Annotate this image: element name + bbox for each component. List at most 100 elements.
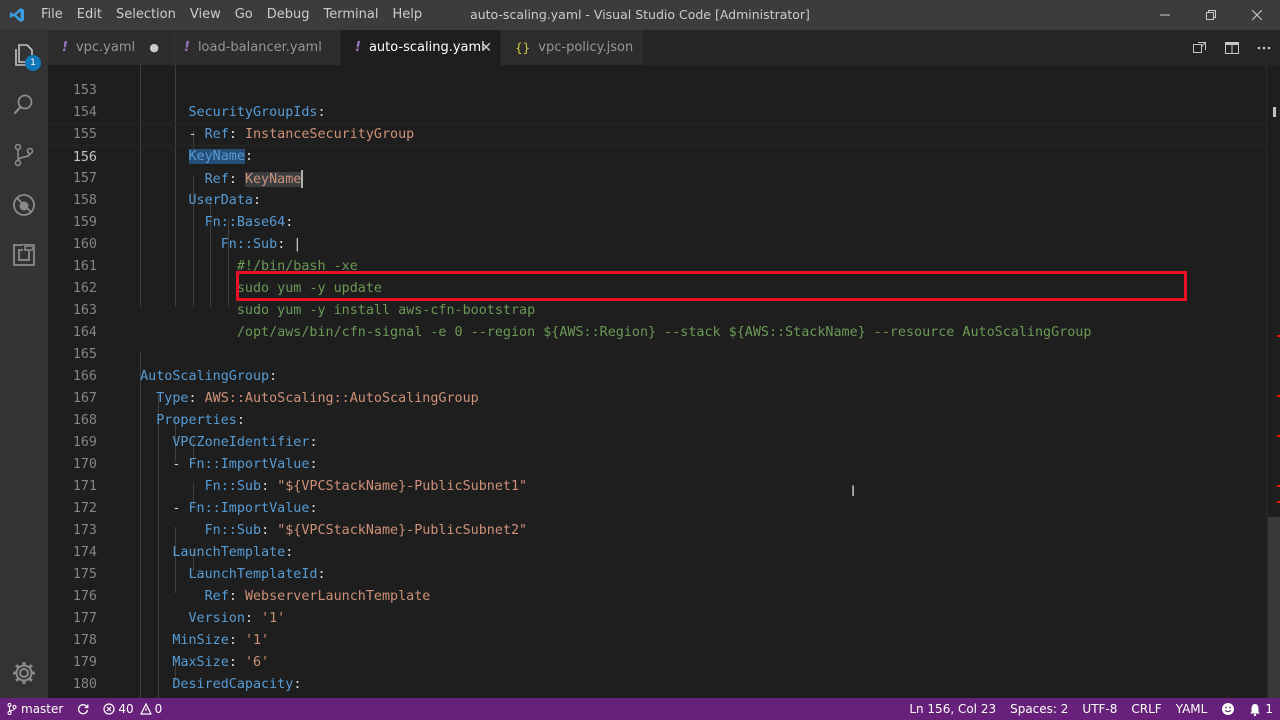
search-button[interactable] [0, 80, 48, 130]
code-line: 160 #!/bin/bash -xe [48, 212, 1266, 274]
code-line: 153 SecurityGroupIds: [48, 65, 1266, 120]
code-line: 181 TargetGroupARNs: [48, 674, 1266, 696]
code-line: 178 MaxSize: '6' [48, 608, 1266, 670]
notification-count: 1 [1265, 702, 1273, 716]
code-line: 157 UserData: [48, 146, 1266, 208]
extensions-icon [13, 244, 35, 266]
error-icon [103, 703, 115, 715]
indentation[interactable]: Spaces: 2 [1003, 698, 1075, 720]
source-control-button[interactable] [0, 130, 48, 180]
code-line: 155 KeyName: [48, 102, 1266, 164]
code-line: 179 DesiredCapacity: [48, 630, 1266, 692]
code-line: 169 - Fn::ImportValue: [48, 410, 1266, 472]
branch-name: master [21, 702, 64, 716]
source-control-icon [14, 143, 34, 167]
text-cursor-icon: I [851, 484, 856, 500]
warning-icon [139, 703, 152, 715]
smiley-icon [1222, 703, 1235, 715]
menu-debug[interactable]: Debug [260, 0, 317, 30]
restore-icon [1206, 10, 1216, 20]
code-line: 166 Type: AWS::AutoScaling::AutoScalingG… [48, 344, 1266, 406]
problems-indicator[interactable]: 40 0 [96, 698, 169, 720]
code-line: 175 Ref: WebserverLaunchTemplate [48, 542, 1266, 604]
warning-count: 0 [154, 702, 163, 716]
restore-button[interactable] [1188, 0, 1234, 30]
explorer-button[interactable]: 1 [0, 30, 48, 80]
sync-button[interactable] [70, 698, 96, 720]
code-line: 165 AutoScalingGroup: [48, 322, 1266, 384]
git-branch-icon [7, 703, 17, 715]
branch-indicator[interactable]: master [0, 698, 70, 720]
manage-button[interactable] [0, 648, 48, 698]
code-line: 168 VPCZoneIdentifier: [48, 388, 1266, 450]
code-line: 161 sudo yum -y update [48, 234, 1266, 296]
feedback-button[interactable] [1214, 698, 1242, 720]
menu-selection[interactable]: Selection [109, 0, 183, 30]
yaml-file-icon: ! [62, 40, 68, 55]
notifications-button[interactable]: 1 [1242, 698, 1280, 720]
gear-icon [13, 662, 35, 684]
json-file-icon: {} [515, 40, 531, 55]
search-icon [13, 94, 33, 115]
code-line: 154 - Ref: InstanceSecurityGroup [48, 80, 1266, 142]
code-line: 173 LaunchTemplate: [48, 498, 1266, 560]
open-changes-button[interactable] [1184, 30, 1216, 65]
code-line: 164 [48, 300, 1266, 340]
current-code-line: 156 Ref: KeyName [48, 124, 1266, 188]
editor-actions [1184, 30, 1280, 65]
tab-label: vpc.yaml [75, 40, 136, 55]
menu-file[interactable]: File [34, 0, 70, 30]
tab-label: load-balancer.yaml [197, 40, 322, 55]
close-window-button[interactable] [1234, 0, 1280, 30]
menu-go[interactable]: Go [228, 0, 260, 30]
code-line: 167 Properties: [48, 366, 1266, 428]
code-line: 172 Fn::Sub: "${VPCStackName}-PublicSubn… [48, 476, 1266, 538]
status-bar: master 40 0 Ln 156, Col 23 Spaces: 2 UTF… [0, 698, 1280, 720]
file-encoding[interactable]: UTF-8 [1075, 698, 1124, 720]
minimize-icon [1160, 14, 1170, 16]
more-actions-button[interactable] [1248, 30, 1280, 65]
code-line: 176 Version: '1' [48, 564, 1266, 626]
menu-view[interactable]: View [183, 0, 228, 30]
activity-bar: 1 [0, 30, 48, 698]
tab-vpc-policy-json[interactable]: {} vpc-policy.json [501, 30, 644, 65]
menu-bar: File Edit Selection View Go Debug Termin… [34, 0, 429, 30]
code-line: 171 - Fn::ImportValue: [48, 454, 1266, 516]
debug-button[interactable] [0, 180, 48, 230]
ellipsis-icon [1257, 46, 1271, 49]
unsaved-dot-icon[interactable]: ● [149, 41, 159, 54]
scrollbar-thumb[interactable] [1268, 517, 1280, 698]
explorer-badge: 1 [25, 55, 41, 71]
tab-label: vpc-policy.json [538, 40, 634, 55]
tab-close-icon[interactable]: ✕ [480, 40, 492, 56]
vscode-logo-icon [0, 0, 34, 30]
compare-icon [1193, 41, 1206, 53]
cursor-position[interactable]: Ln 156, Col 23 [902, 698, 1003, 720]
title-bar: File Edit Selection View Go Debug Termin… [0, 0, 1280, 30]
highlight-box [236, 271, 1187, 301]
code-editor[interactable]: 153 SecurityGroupIds: 154 - Ref: Instanc… [48, 65, 1266, 698]
close-icon [1252, 10, 1262, 20]
menu-terminal[interactable]: Terminal [317, 0, 386, 30]
tab-label: auto-scaling.yaml [368, 40, 485, 55]
split-editor-button[interactable] [1216, 30, 1248, 65]
code-line: 159 Fn::Sub: | [48, 190, 1266, 252]
menu-edit[interactable]: Edit [70, 0, 109, 30]
bell-icon [1250, 703, 1261, 716]
tab-load-balancer-yaml[interactable]: ! load-balancer.yaml [170, 30, 341, 65]
yaml-file-icon: ! [355, 40, 361, 55]
code-line: 158 Fn::Base64: [48, 168, 1266, 230]
debug-icon [13, 194, 35, 216]
tab-auto-scaling-yaml[interactable]: ! auto-scaling.yaml ✕ [341, 30, 501, 65]
yaml-file-icon: ! [184, 40, 190, 55]
tab-bar: ! vpc.yaml ● ! load-balancer.yaml ! auto… [48, 30, 1280, 65]
menu-help[interactable]: Help [385, 0, 429, 30]
editor-scrollbar[interactable] [1266, 65, 1280, 698]
minimize-button[interactable] [1142, 0, 1188, 30]
code-line: 170 Fn::Sub: "${VPCStackName}-PublicSubn… [48, 432, 1266, 494]
extensions-button[interactable] [0, 230, 48, 280]
code-line: 180 Ref: GroupSize [48, 652, 1266, 692]
line-ending[interactable]: CRLF [1124, 698, 1168, 720]
tab-vpc-yaml[interactable]: ! vpc.yaml ● [48, 30, 170, 65]
language-mode[interactable]: YAML [1169, 698, 1215, 720]
